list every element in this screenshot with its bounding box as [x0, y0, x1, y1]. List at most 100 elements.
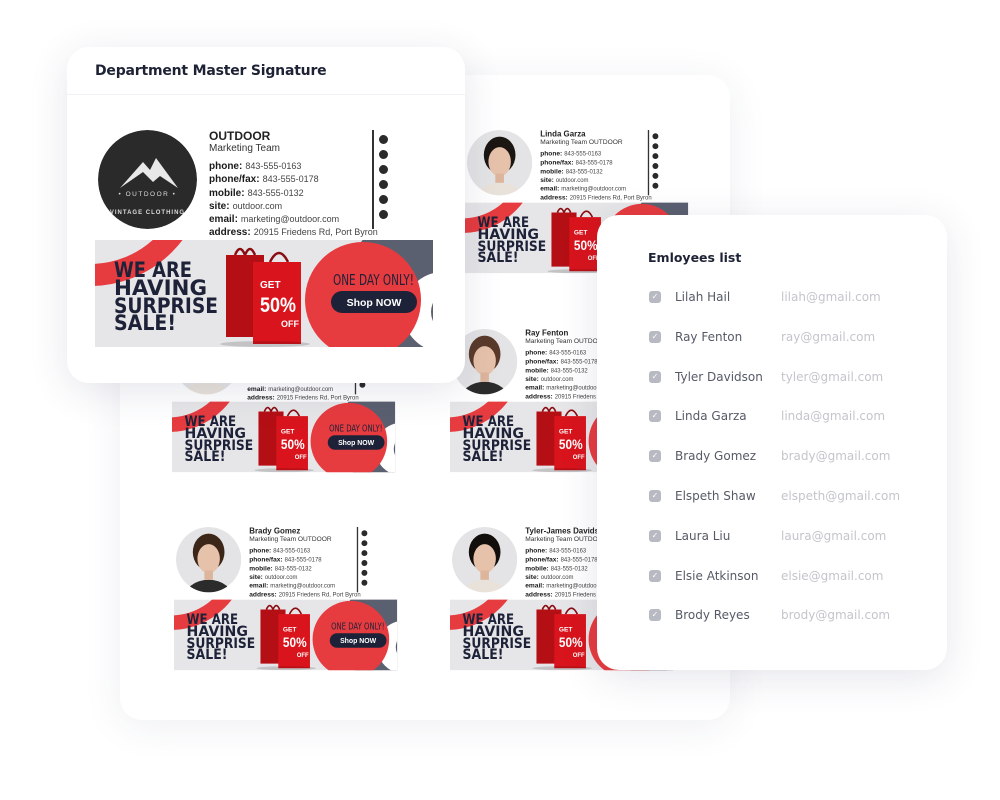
- contact-value: 20915 Friedens Rd, Port Byron: [253, 227, 378, 238]
- employee-checkbox[interactable]: ✓: [649, 330, 661, 343]
- contact-line: email: marketing@outdoor.com: [209, 213, 369, 226]
- employee-checkbox[interactable]: ✓: [649, 410, 661, 423]
- company-logo: • OUTDOOR • VINTAGE CLOTHING: [98, 130, 197, 229]
- employee-checkbox[interactable]: ✓: [649, 490, 661, 502]
- profile-icon[interactable]: [379, 210, 388, 219]
- contact-label: email:: [540, 185, 560, 193]
- employee-list-item[interactable]: ✓ Lilah Hail lilah@gmail.com: [649, 289, 881, 305]
- employee-list-item[interactable]: ✓ Laura Liu laura@gmail.com: [649, 528, 886, 544]
- employee-list-item[interactable]: ✓ Tyler Davidson tyler@gmail.com: [649, 369, 883, 385]
- signature-details: Brady Gomez Marketing Team OUTDOOR phone: 8…: [249, 526, 360, 600]
- contact-label: phone:: [525, 349, 548, 357]
- contact-label: site:: [525, 375, 539, 384]
- instagram-icon[interactable]: [652, 163, 659, 169]
- banner-percent-text: 50%: [574, 237, 598, 253]
- employee-email: elsie@gmail.com: [781, 568, 884, 583]
- contact-value: 20915 Friedens Rd, Port Byron: [276, 394, 359, 402]
- employee-signature: Brady Gomez Marketing Team OUTDOOR phone: 8…: [120, 476, 445, 686]
- instagram-icon[interactable]: [361, 560, 368, 566]
- employees-list-title: Emloyees list: [648, 250, 742, 265]
- pinterest-icon[interactable]: [379, 195, 388, 204]
- contact-label: email:: [525, 384, 545, 392]
- sale-banner[interactable]: WE AREHAVINGSURPRISESALE!GET50%OFFONE DA…: [120, 476, 445, 686]
- contact-value: 20915 Friedens Rd, Port Byron: [278, 591, 361, 598]
- sale-banner[interactable]: WE AREHAVINGSURPRISESALE!GET50%OFFONE DA…: [67, 54, 465, 370]
- employee-list-item[interactable]: ✓ Linda Garza linda@gmail.com: [649, 408, 885, 424]
- contact-label: phone/fax:: [525, 556, 559, 564]
- pinterest-icon[interactable]: [652, 172, 659, 179]
- banner-get-text: GET: [559, 428, 573, 435]
- signature-details: Linda Garza Marketing Team OUTDOOR phone: 8…: [540, 130, 651, 202]
- contact-label: phone:: [525, 547, 548, 555]
- contact-value: 843-555-0178: [575, 159, 613, 166]
- twitter-icon[interactable]: [361, 540, 368, 547]
- banner-get-text: GET: [574, 229, 588, 236]
- employee-checkbox[interactable]: ✓: [649, 569, 661, 582]
- contact-label: mobile:: [525, 565, 549, 573]
- banner-tagline: ONE DAY ONLY!: [331, 621, 384, 632]
- linkedin-icon[interactable]: [361, 550, 368, 557]
- banner-headline-line: SALE!: [114, 311, 176, 335]
- contact-label: site:: [209, 200, 230, 212]
- employee-photo: [451, 527, 518, 593]
- employee-photo: [466, 130, 533, 196]
- banner-get-text: GET: [281, 428, 295, 435]
- employee-name: Brady Gomez: [675, 449, 757, 464]
- contact-value[interactable]: outdoor.com: [233, 201, 283, 211]
- banner-percent-text: 50%: [281, 436, 305, 452]
- contact-value[interactable]: outdoor.com: [265, 574, 298, 581]
- banner-percent-text: 50%: [559, 436, 583, 452]
- contact-line: phone:843-555-0163: [209, 160, 369, 173]
- contact-value[interactable]: outdoor.com: [541, 574, 574, 581]
- pinterest-icon[interactable]: [361, 569, 368, 576]
- contact-value: 843-555-0178: [262, 174, 319, 185]
- contact-label: phone/fax:: [540, 159, 574, 167]
- contact-value[interactable]: marketing@outdoor.com: [268, 386, 333, 393]
- signature-name: Brady Gomez: [249, 526, 301, 536]
- contact-line: email: marketing@outdoor.com: [540, 185, 646, 194]
- contact-value[interactable]: outdoor.com: [556, 177, 589, 184]
- banner-tagline: ONE DAY ONLY!: [329, 423, 382, 434]
- facebook-icon[interactable]: [652, 133, 659, 140]
- employee-list-item[interactable]: ✓ Ray Fenton ray@gmail.com: [649, 329, 875, 345]
- banner-off-text: OFF: [295, 455, 307, 461]
- contact-value: 843-555-0178: [560, 556, 598, 563]
- instagram-icon[interactable]: [379, 180, 388, 189]
- contact-line: mobile:843-555-0132: [209, 187, 369, 200]
- facebook-icon[interactable]: [379, 135, 388, 144]
- twitter-icon[interactable]: [379, 150, 388, 159]
- contact-value[interactable]: marketing@outdoor.com: [270, 583, 335, 590]
- employee-checkbox[interactable]: ✓: [649, 450, 661, 463]
- employee-list-item[interactable]: ✓ Brady Gomez brady@gmail.com: [649, 448, 890, 464]
- contact-value: 843-555-0178: [284, 556, 322, 563]
- linkedin-icon[interactable]: [652, 153, 659, 160]
- contact-line: address: 20915 Friedens Rd, Port Byron: [249, 591, 360, 600]
- employee-name: Lilah Hail: [675, 290, 731, 304]
- employee-list-item[interactable]: ✓ Elsie Atkinson elsie@gmail.com: [649, 568, 883, 584]
- employee-checkbox[interactable]: ✓: [649, 370, 661, 383]
- employee-email: brady@gmail.com: [781, 449, 891, 464]
- contact-value[interactable]: marketing@outdoor.com: [561, 186, 626, 193]
- shop-now-label: Shop NOW: [347, 297, 402, 309]
- contact-line: site:outdoor.com: [209, 200, 369, 213]
- profile-icon[interactable]: [652, 182, 659, 189]
- master-signature-card: Department Master Signature • OUTDOOR • V…: [67, 47, 465, 383]
- employee-checkbox[interactable]: ✓: [649, 529, 661, 542]
- employee-checkbox[interactable]: ✓: [649, 609, 661, 622]
- sale-banner[interactable]: WE AREHAVINGSURPRISESALE!GET50%OFFONE DA…: [120, 278, 443, 488]
- employee-checkbox[interactable]: ✓: [649, 291, 661, 303]
- facebook-icon[interactable]: [361, 530, 368, 537]
- employee-list-item[interactable]: ✓ Elspeth Shaw elspeth@gmail.com: [649, 488, 900, 504]
- twitter-icon[interactable]: [652, 143, 659, 150]
- profile-icon[interactable]: [361, 579, 368, 586]
- social-icons: [379, 135, 389, 225]
- linkedin-icon[interactable]: [379, 165, 388, 174]
- contact-label: phone/fax:: [209, 174, 260, 186]
- banner-tagline: ONE DAY ONLY!: [333, 271, 414, 289]
- contact-value[interactable]: marketing@outdoor.com: [241, 214, 339, 224]
- contact-value[interactable]: outdoor.com: [541, 376, 574, 383]
- employee-list-item[interactable]: ✓ Brody Reyes brody@gmail.com: [649, 607, 890, 623]
- contact-line: email: marketing@outdoor.com: [249, 582, 355, 591]
- banner-container: WE AREHAVINGSURPRISESALE!GET50%OFFONE DA…: [120, 476, 445, 686]
- employee-email: elspeth@gmail.com: [781, 489, 901, 503]
